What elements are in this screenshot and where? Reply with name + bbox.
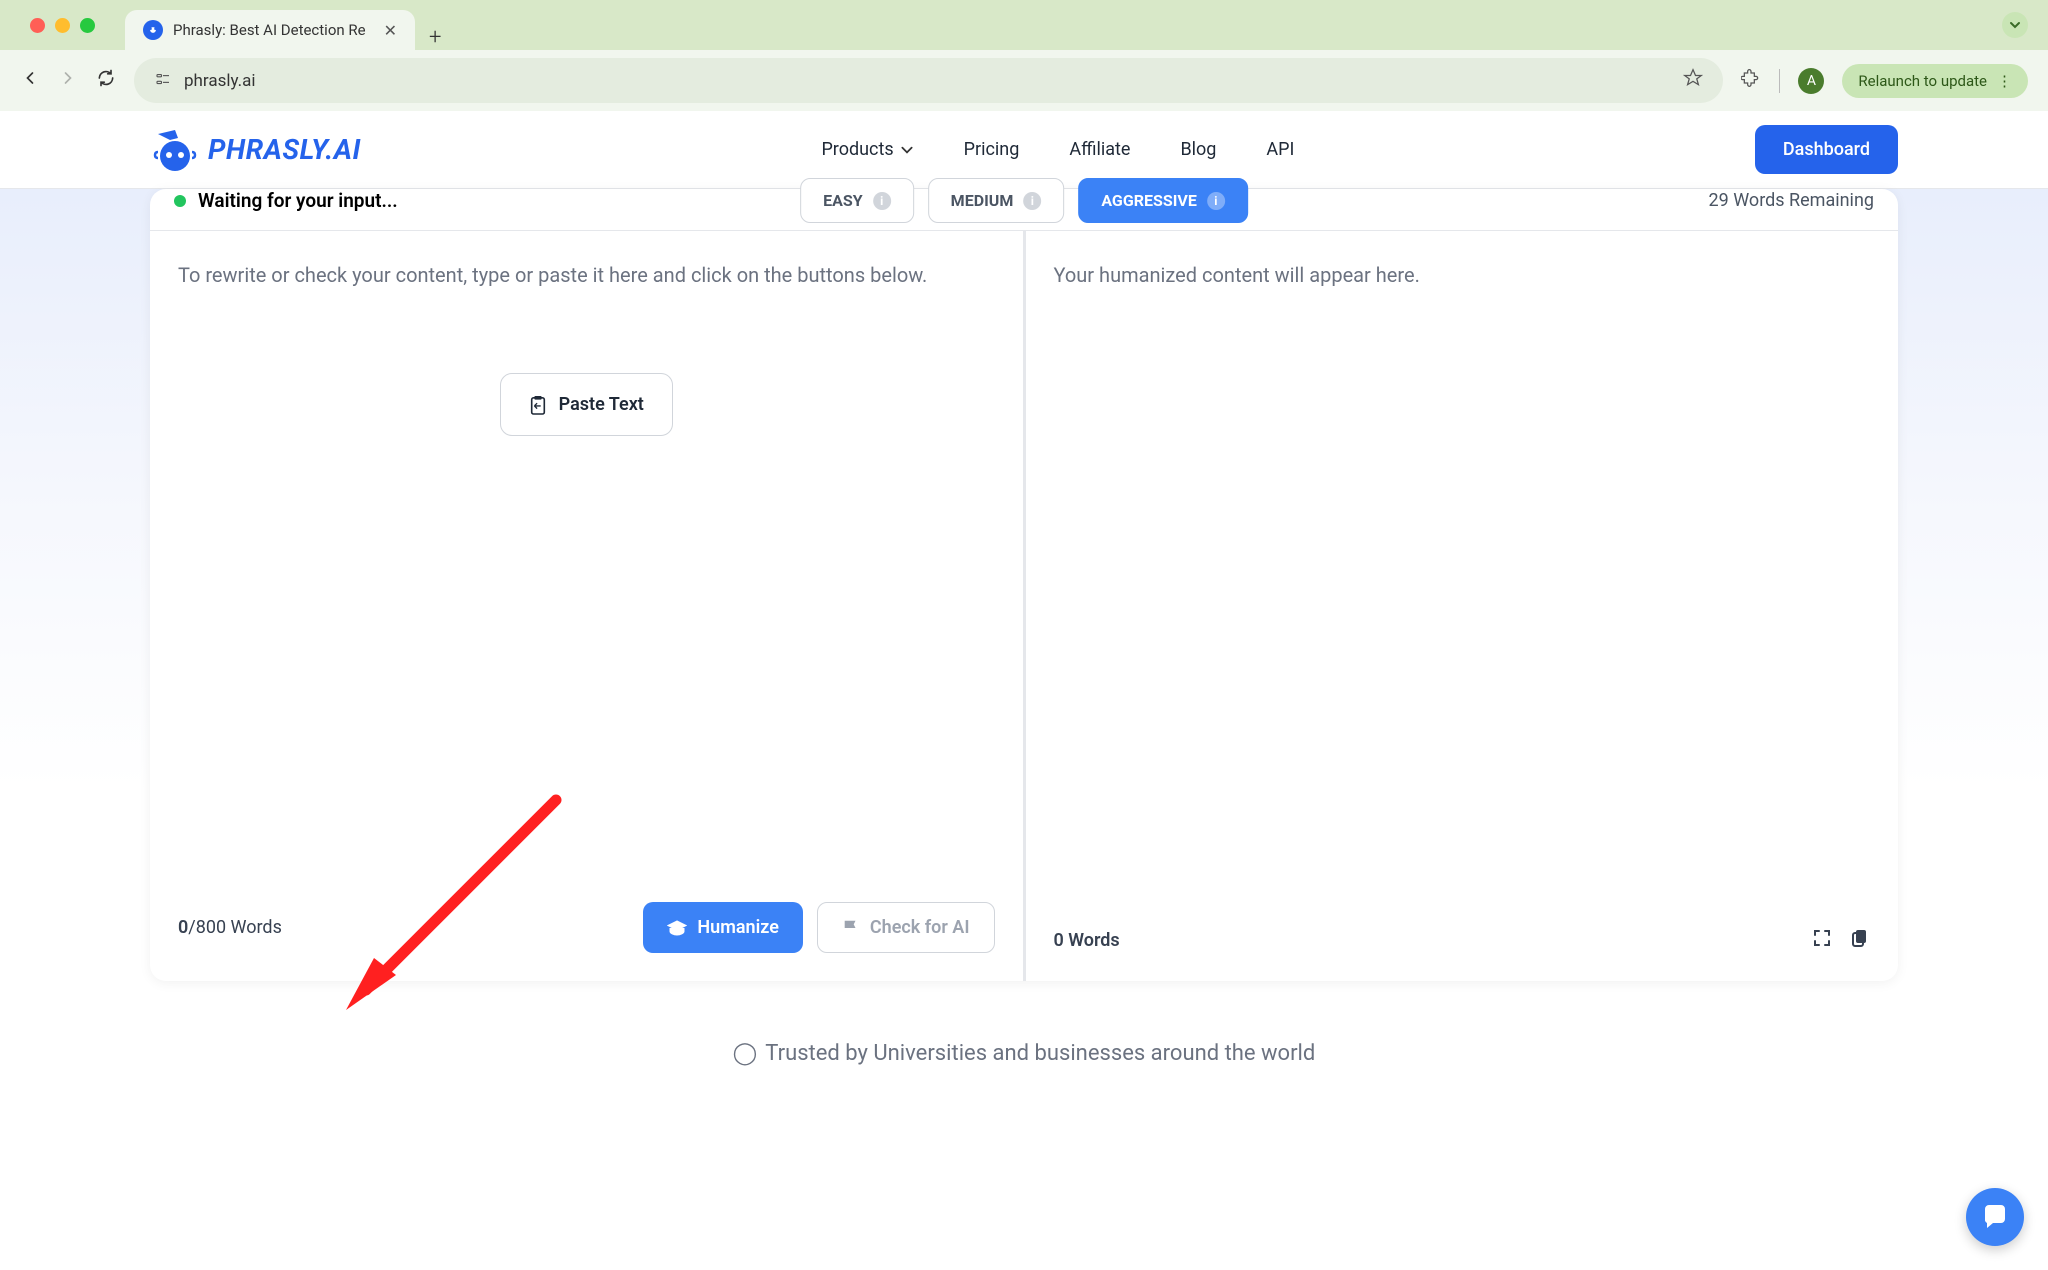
url-text: phrasly.ai [184,71,1671,91]
nav-products-label: Products [821,139,893,160]
info-icon: i [873,192,891,210]
dashboard-label: Dashboard [1783,139,1870,160]
info-icon: i [1207,192,1225,210]
close-window-button[interactable] [30,18,45,33]
browser-tab[interactable]: Phrasly: Best AI Detection Re ✕ [125,10,415,50]
word-count-number: 0 [178,917,188,938]
paste-icon [529,395,547,415]
paste-text-button[interactable]: Paste Text [500,373,673,436]
divider [1779,69,1780,93]
nav-blog[interactable]: Blog [1180,139,1216,160]
word-count-output: 0 Words [1054,930,1120,951]
difficulty-aggressive-button[interactable]: AGGRESSIVE i [1078,178,1248,223]
trusted-text: Trusted by Universities and businesses a… [765,1041,1315,1066]
new-tab-button[interactable]: + [429,25,441,50]
title-bar: Phrasly: Best AI Detection Re ✕ + [0,0,2048,50]
menu-icon: ⋮ [1997,72,2012,90]
chat-widget-button[interactable] [1966,1188,2024,1246]
copy-icon[interactable] [1850,928,1870,953]
relaunch-button[interactable]: Relaunch to update ⋮ [1842,64,2028,98]
nav-pricing[interactable]: Pricing [964,139,1020,160]
output-placeholder: Your humanized content will appear here. [1054,259,1871,291]
back-button[interactable] [20,68,40,93]
nav-buttons [20,68,116,93]
trusted-banner: ◯Trusted by Universities and businesses … [150,1041,1898,1066]
word-count-limit: /800 Words [188,917,282,938]
status-area: Waiting for your input... [174,189,398,212]
close-tab-icon[interactable]: ✕ [384,21,397,40]
word-count-input: 0/800 Words [178,917,282,938]
editor-body: To rewrite or check your content, type o… [150,230,1898,981]
reload-button[interactable] [96,68,116,93]
footer-actions: Humanize Check for AI [643,902,994,953]
nav-links: Products Pricing Affiliate Blog API [821,139,1294,160]
input-placeholder[interactable]: To rewrite or check your content, type o… [178,259,995,291]
address-bar[interactable]: phrasly.ai [134,58,1723,103]
browser-chrome: Phrasly: Best AI Detection Re ✕ + phr [0,0,2048,111]
input-pane: To rewrite or check your content, type o… [150,231,1026,981]
browser-toolbar: phrasly.ai A Relaunch to update ⋮ [0,50,2048,111]
check-ai-button[interactable]: Check for AI [817,902,995,953]
tab-dropdown-button[interactable] [2002,12,2028,38]
favicon-icon [143,20,163,40]
humanize-label: Humanize [697,917,778,938]
difficulty-buttons: EASY i MEDIUM i AGGRESSIVE i [800,178,1248,223]
expand-icon[interactable] [1812,928,1832,953]
chevron-down-icon [900,143,914,157]
humanize-button[interactable]: Humanize [643,902,802,953]
editor-top: Waiting for your input... EASY i MEDIUM … [150,189,1898,230]
extensions-icon[interactable] [1741,68,1761,93]
status-text: Waiting for your input... [198,189,398,212]
status-dot-icon [174,195,186,207]
flag-icon [842,919,860,937]
tab-title: Phrasly: Best AI Detection Re [173,21,374,39]
aggressive-label: AGGRESSIVE [1101,191,1197,210]
difficulty-easy-button[interactable]: EASY i [800,178,914,223]
minimize-window-button[interactable] [55,18,70,33]
medium-label: MEDIUM [951,191,1014,210]
paste-area: Paste Text [178,373,995,436]
nav-api[interactable]: API [1266,139,1294,160]
input-footer: 0/800 Words Humanize [178,882,995,953]
site-settings-icon[interactable] [154,70,172,92]
graduation-icon [667,919,687,937]
output-footer: 0 Words [1054,908,1871,953]
difficulty-medium-button[interactable]: MEDIUM i [928,178,1065,223]
nav-products[interactable]: Products [821,139,913,160]
check-ai-label: Check for AI [870,917,970,938]
window-controls [30,18,95,33]
words-remaining: 29 Words Remaining [1709,190,1874,211]
maximize-window-button[interactable] [80,18,95,33]
paste-label: Paste Text [559,394,644,415]
info-icon: i [1023,192,1041,210]
relaunch-label: Relaunch to update [1858,72,1987,90]
nav-affiliate[interactable]: Affiliate [1069,139,1130,160]
profile-letter: A [1807,73,1816,89]
profile-avatar[interactable]: A [1798,68,1824,94]
editor-panel: Waiting for your input... EASY i MEDIUM … [150,189,1898,981]
chat-icon [1981,1203,2009,1231]
logo-icon [150,128,200,172]
dashboard-button[interactable]: Dashboard [1755,125,1898,174]
logo[interactable]: PHRASLY.AI [150,128,361,172]
forward-button[interactable] [58,68,78,93]
main-content: Waiting for your input... EASY i MEDIUM … [0,189,2048,1189]
bookmark-icon[interactable] [1683,68,1703,93]
logo-text: PHRASLY.AI [208,133,361,166]
tabs-area: Phrasly: Best AI Detection Re ✕ + [125,0,441,50]
output-pane: Your humanized content will appear here.… [1026,231,1899,981]
output-icons [1812,928,1870,953]
easy-label: EASY [823,191,863,210]
